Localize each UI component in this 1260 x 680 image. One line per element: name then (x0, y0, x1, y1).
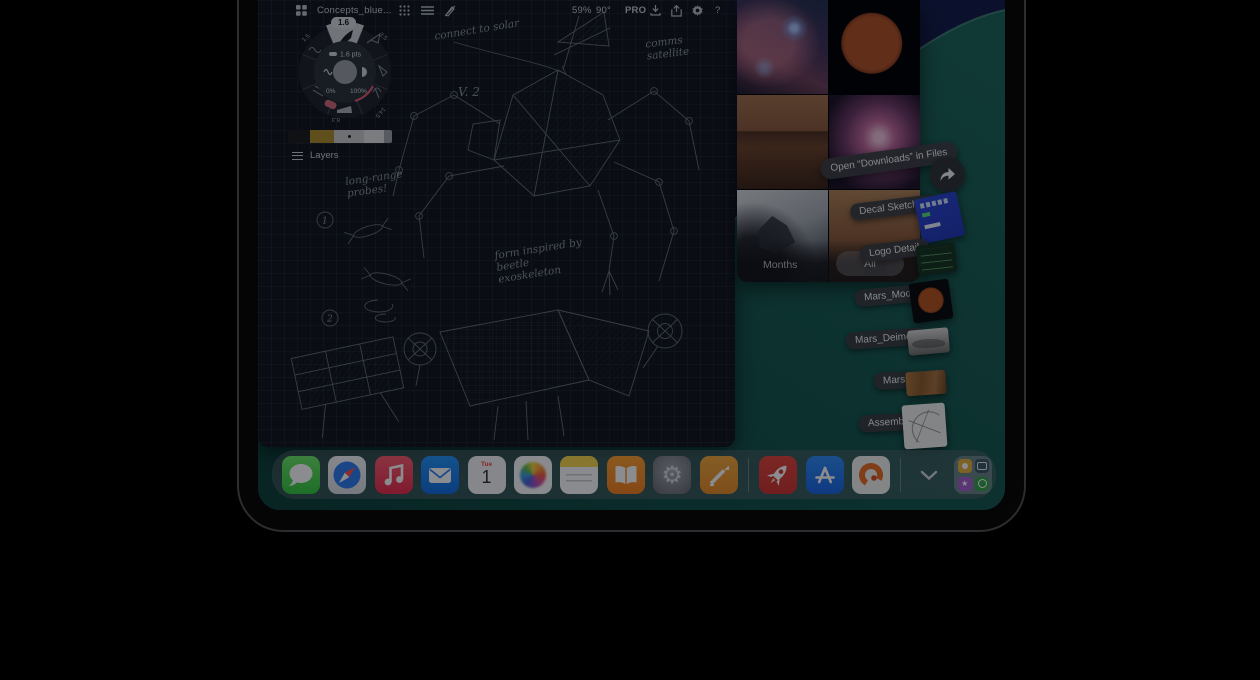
share-arrow-icon (939, 167, 956, 182)
dock-icon-music[interactable] (375, 456, 413, 494)
dock-collapse-chevron[interactable] (912, 456, 946, 494)
drag-drop-layer: Open “Downloads” in Files Decal Sketches… (258, 0, 1005, 510)
dock-icon-calendar[interactable]: Tue 1 (468, 456, 506, 494)
calendar-day: 1 (468, 468, 506, 488)
dock-icon-pages[interactable] (700, 456, 738, 494)
dock-icon-app-store[interactable] (806, 456, 844, 494)
dock-icon-mail[interactable] (421, 456, 459, 494)
music-note-icon (375, 456, 413, 494)
gear-icon: ⚙ (661, 463, 683, 487)
dock-divider (900, 458, 901, 492)
dock: Tue 1 ⚙ (272, 450, 996, 499)
drag-thumb-mars[interactable] (905, 370, 947, 397)
chat-bubble-icon (282, 456, 320, 494)
drag-thumb-assembly[interactable] (902, 403, 948, 450)
drag-thumb-logo-detail[interactable] (916, 242, 958, 275)
dock-icon-app-library[interactable]: ★ (954, 456, 992, 494)
dock-icon-concepts[interactable] (852, 456, 890, 494)
chevron-down-icon (920, 470, 938, 480)
open-book-icon (607, 456, 645, 494)
dock-icon-books[interactable] (607, 456, 645, 494)
dock-icon-safari[interactable] (328, 456, 366, 494)
mini-camera-icon (975, 459, 989, 473)
envelope-icon (421, 456, 459, 494)
compass-icon (328, 456, 366, 494)
share-forward-button[interactable] (930, 157, 965, 192)
drag-thumb-mars-deimos[interactable] (907, 327, 950, 355)
dock-icon-rocket[interactable] (759, 456, 797, 494)
dock-icon-photos[interactable] (514, 456, 552, 494)
app-store-a-icon (806, 456, 844, 494)
dock-icon-settings[interactable]: ⚙ (653, 456, 691, 494)
drag-thumb-mars-model[interactable] (908, 278, 953, 323)
mini-podcasts-icon (975, 477, 989, 491)
rocket-icon (759, 456, 797, 494)
ipad-screen: 1 2 connect to solar comms satellite V. … (258, 0, 1005, 510)
dock-icon-notes[interactable] (560, 456, 598, 494)
concepts-c-icon (852, 456, 890, 494)
dock-icon-messages[interactable] (282, 456, 320, 494)
mini-star-icon: ★ (958, 477, 972, 491)
pen-icon (700, 456, 738, 494)
dock-divider (748, 458, 749, 492)
drag-thumb-decal-sketches[interactable] (914, 191, 965, 244)
marketing-canvas: 1 2 connect to solar comms satellite V. … (0, 0, 1260, 680)
mini-tips-icon (958, 459, 972, 473)
